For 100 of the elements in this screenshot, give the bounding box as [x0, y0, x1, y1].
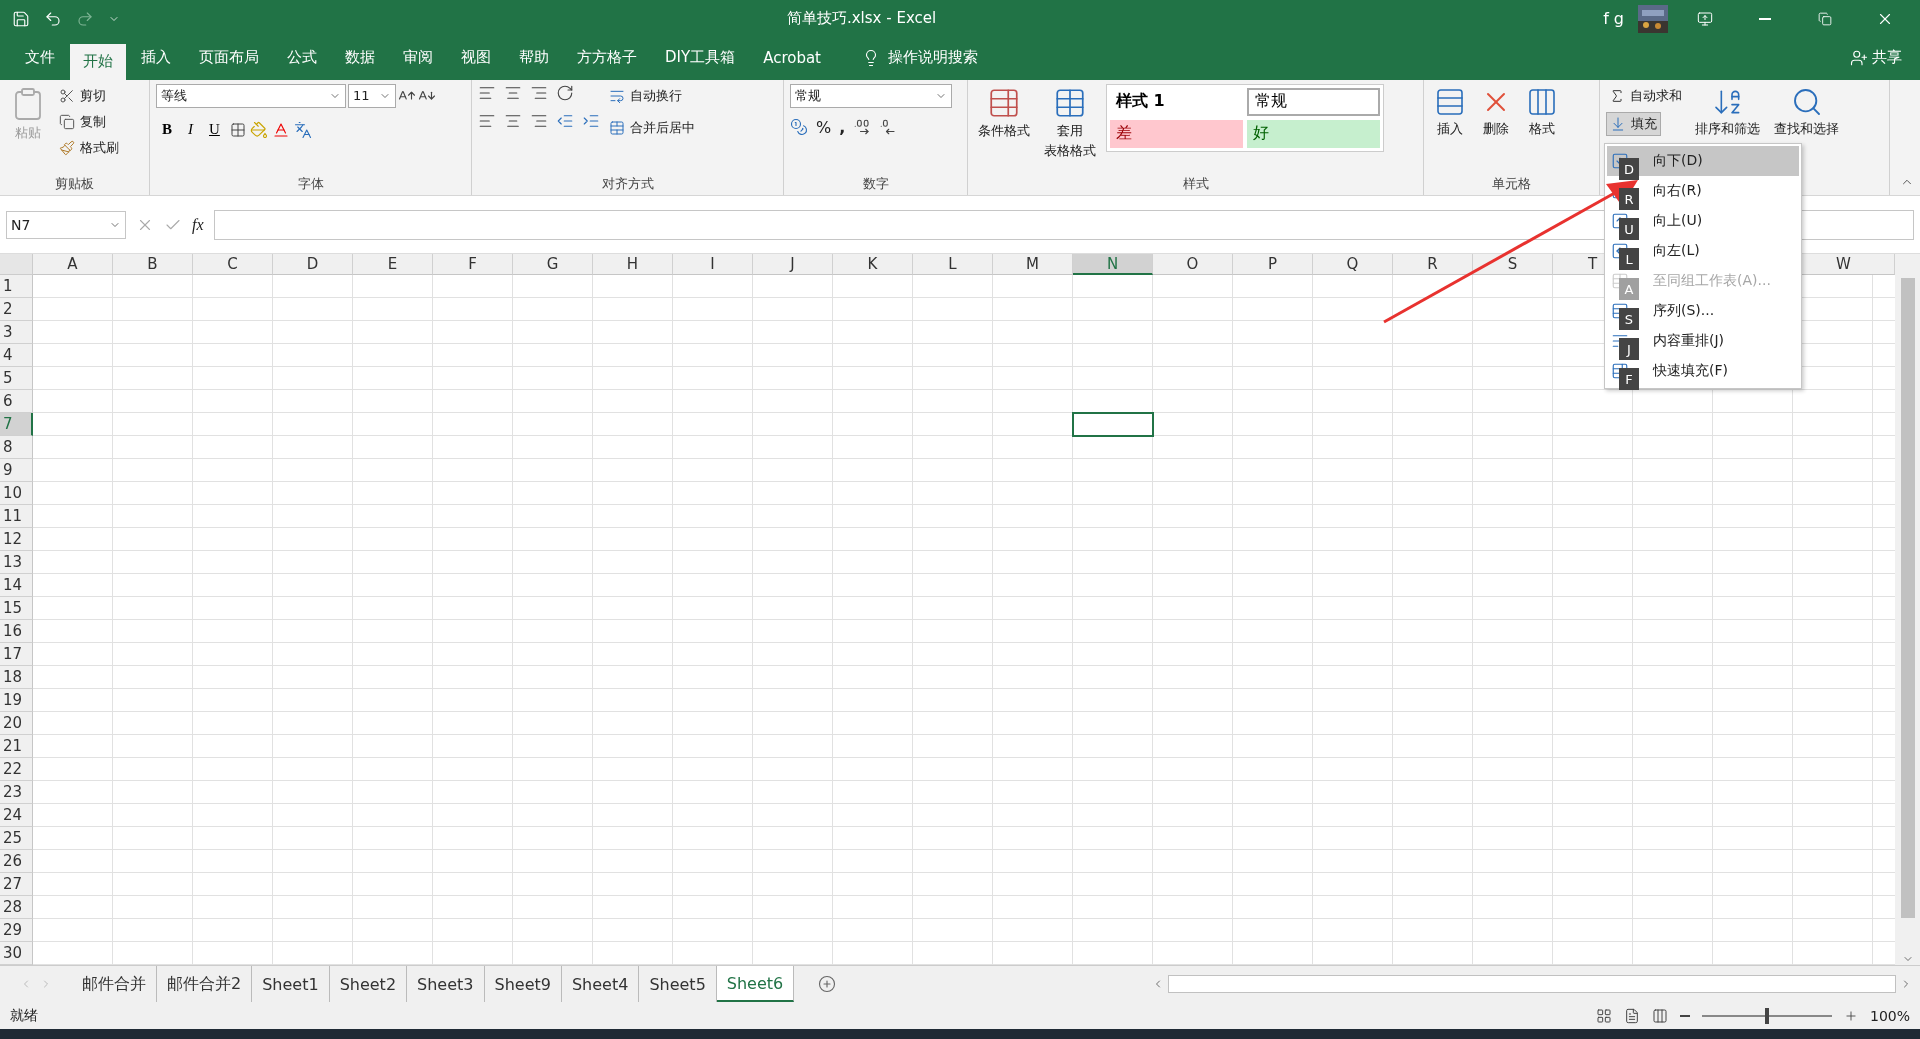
row-header[interactable]: 7 [0, 413, 33, 437]
autosum-button[interactable]: 自动求和 [1606, 83, 1685, 108]
underline-button[interactable]: U [203, 117, 226, 142]
selected-cell[interactable] [1072, 412, 1154, 438]
row-header[interactable]: 4 [0, 344, 33, 368]
ribbon-tab[interactable]: 文件 [12, 39, 68, 76]
row-header[interactable]: 19 [0, 689, 33, 713]
column-header[interactable]: B [113, 254, 193, 276]
wrap-text-button[interactable]: 自动换行 [606, 83, 685, 108]
find-select-button[interactable]: 查找和选择 [1770, 83, 1843, 140]
comma-button[interactable]: , [839, 117, 846, 137]
format-button[interactable]: 格式 [1522, 83, 1562, 140]
key-tip: F [1619, 368, 1639, 390]
row-header[interactable]: 25 [0, 827, 33, 851]
zoom-out-icon[interactable] [1679, 1014, 1690, 1017]
cell-style[interactable]: 差 [1110, 119, 1243, 148]
column-header[interactable]: Q [1313, 254, 1393, 276]
ribbon-tab[interactable]: DIY工具箱 [652, 39, 749, 76]
sort-filter-button[interactable]: 排序和筛选 [1691, 83, 1764, 140]
normal-view-icon [1595, 1007, 1612, 1024]
copy-button[interactable]: 复制 [56, 109, 109, 134]
sheet-tab[interactable]: Sheet6 [716, 966, 795, 1003]
row-header[interactable]: 3 [0, 321, 33, 345]
font-size-field[interactable]: 11 [348, 83, 396, 108]
vertical-scrollbar[interactable] [1895, 254, 1920, 966]
column-header[interactable]: J [753, 254, 833, 276]
row-header[interactable]: 8 [0, 436, 33, 460]
cell-style[interactable]: 常规 [1247, 87, 1380, 116]
format-as-table-button[interactable]: 套用 表格格式 [1040, 83, 1100, 162]
row-header[interactable]: 15 [0, 597, 33, 621]
conditional-format-button[interactable]: 条件格式 [974, 83, 1034, 142]
format-painter-button[interactable]: 格式刷 [56, 135, 122, 160]
row-header[interactable]: 10 [0, 482, 33, 506]
name-box[interactable]: N7 [6, 210, 126, 239]
row-header[interactable]: 27 [0, 873, 33, 897]
column-header[interactable]: R [1393, 254, 1473, 276]
scrollbar-thumb[interactable] [1900, 278, 1915, 919]
row-header[interactable]: 11 [0, 505, 33, 529]
row-header[interactable]: 2 [0, 298, 33, 322]
row-header[interactable]: 26 [0, 850, 33, 874]
scrollbar-thumb[interactable] [1168, 975, 1896, 994]
row-header[interactable]: 28 [0, 896, 33, 920]
column-header[interactable]: L [913, 254, 993, 276]
insert-function-button[interactable]: fx [192, 215, 204, 234]
row-header[interactable]: 23 [0, 781, 33, 805]
cut-button[interactable]: 剪切 [56, 83, 109, 108]
bold-button[interactable]: B [156, 117, 178, 142]
ribbon-tab[interactable]: 方方格子 [564, 39, 650, 76]
ribbon-tab[interactable]: 页面布局 [186, 39, 272, 76]
ribbon-tab[interactable]: 开始 [70, 43, 126, 80]
ribbon-tab[interactable]: 帮助 [506, 39, 562, 76]
ribbon-tab[interactable]: 审阅 [390, 39, 446, 76]
cell-style[interactable]: 好 [1247, 119, 1380, 148]
row-header[interactable]: 13 [0, 551, 33, 575]
column-header[interactable]: E [353, 254, 433, 276]
column-header[interactable]: A [33, 254, 113, 276]
row-header[interactable]: 22 [0, 758, 33, 782]
row-header[interactable]: 5 [0, 367, 33, 391]
percent-button[interactable]: % [816, 117, 832, 137]
row-header[interactable]: 17 [0, 643, 33, 667]
insert-button[interactable]: 插入 [1430, 83, 1470, 140]
row-header[interactable]: 29 [0, 919, 33, 943]
row-header[interactable]: 1 [0, 275, 33, 299]
column-header[interactable]: K [833, 254, 913, 276]
row-header[interactable]: 21 [0, 735, 33, 759]
ribbon-tab[interactable]: 公式 [274, 39, 330, 76]
ribbon-tab[interactable]: 插入 [128, 39, 184, 76]
share-button[interactable]: 共享 [1844, 39, 1908, 76]
italic-button[interactable]: I [182, 117, 199, 142]
zoom-slider-thumb[interactable] [1764, 1007, 1769, 1024]
ribbon-tab[interactable]: 视图 [448, 39, 504, 76]
merge-center-button[interactable]: 合并后居中 [606, 115, 698, 140]
delete-button[interactable]: 删除 [1476, 83, 1516, 140]
row-header[interactable]: 20 [0, 712, 33, 736]
fill-button[interactable]: 填充 [1606, 111, 1661, 136]
font-name-field[interactable]: 等线 [156, 83, 346, 108]
column-header[interactable]: C [193, 254, 273, 276]
tell-me-search[interactable]: 操作说明搜索 [856, 39, 984, 76]
column-header[interactable]: M [993, 254, 1073, 276]
number-format-field[interactable]: 常规 [790, 83, 952, 108]
column-header[interactable]: I [673, 254, 753, 276]
column-header[interactable]: D [273, 254, 353, 276]
row-header[interactable]: 30 [0, 942, 33, 966]
ribbon-tab[interactable]: Acrobat [750, 39, 834, 76]
row-header[interactable]: 14 [0, 574, 33, 598]
column-header[interactable]: G [513, 254, 593, 276]
column-header[interactable]: O [1153, 254, 1233, 276]
column-header[interactable]: H [593, 254, 673, 276]
row-header[interactable]: 9 [0, 459, 33, 483]
row-header[interactable]: 24 [0, 804, 33, 828]
row-header[interactable]: 6 [0, 390, 33, 414]
row-header[interactable]: 12 [0, 528, 33, 552]
row-header[interactable]: 16 [0, 620, 33, 644]
ribbon-tab[interactable]: 数据 [332, 39, 388, 76]
column-header[interactable]: F [433, 254, 513, 276]
column-header[interactable]: N [1073, 254, 1153, 276]
column-header[interactable]: S [1473, 254, 1553, 276]
row-header[interactable]: 18 [0, 666, 33, 690]
select-all-button[interactable] [0, 254, 33, 276]
column-header[interactable]: P [1233, 254, 1313, 276]
